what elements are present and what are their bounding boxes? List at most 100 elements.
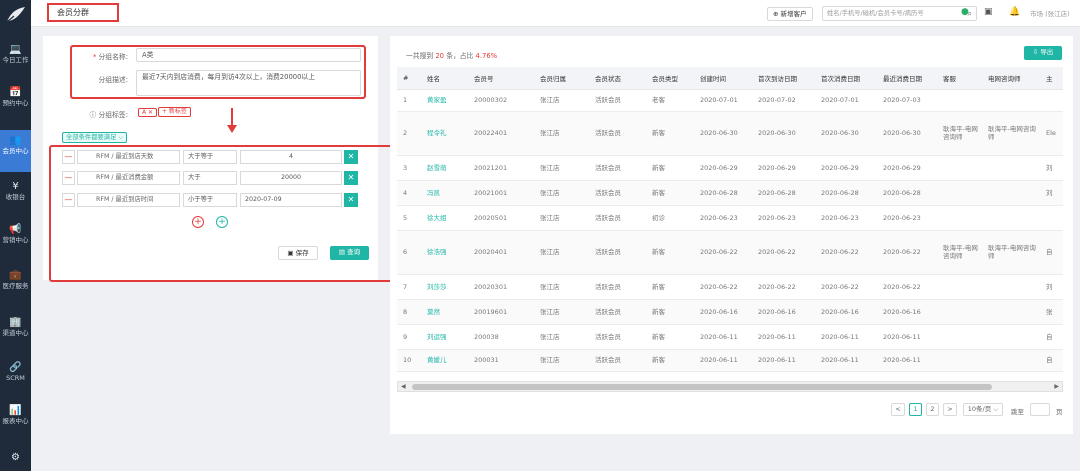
table-cell bbox=[982, 180, 1040, 206]
table-cell: 活跃会员 bbox=[589, 299, 646, 325]
table-cell: 10 bbox=[397, 349, 421, 372]
query-button[interactable]: ▤ 查询 bbox=[330, 246, 369, 260]
remove-condition-icon[interactable]: — bbox=[62, 193, 75, 207]
condition-field-select[interactable]: RFM / 最近到店时间 bbox=[77, 193, 180, 207]
next-page-button[interactable]: > bbox=[943, 403, 957, 416]
search-icon: ▤ bbox=[338, 248, 348, 256]
search-input[interactable]: 姓名/手机号/磁机/会员卡号/病历号 ⌕ bbox=[822, 6, 977, 21]
bell-icon[interactable]: 🔔 bbox=[1009, 7, 1020, 17]
table-row[interactable]: 10 黄媛儿 200031 张江店 活跃会员 新客 2020-06-11 2020-06-11… bbox=[397, 349, 1063, 372]
add-group-icon[interactable]: + bbox=[216, 216, 228, 228]
table-row[interactable]: 9 刘运强 200038 张江店 活跃会员 新客 2020-06-11 2020-06-11 2… bbox=[397, 324, 1063, 350]
page-size-select[interactable]: 10条/页 ⌵ bbox=[963, 403, 1003, 416]
sidebar-item-today[interactable]: 💻 今日工作 bbox=[0, 44, 31, 64]
new-customer-button[interactable]: ⊕ 新增客户 bbox=[767, 7, 813, 21]
member-name-link[interactable]: 程令礼 bbox=[421, 111, 468, 156]
member-name-link[interactable]: 赵雪萌 bbox=[421, 155, 468, 181]
user-menu[interactable]: 市场 (张江店) bbox=[1030, 8, 1070, 18]
table-cell bbox=[937, 274, 982, 300]
sidebar-item-appointment[interactable]: 📅 预约中心 bbox=[0, 87, 31, 107]
table-cell: 耿海平-电网咨询师 bbox=[937, 111, 982, 156]
condition-value-input[interactable]: 20000 bbox=[240, 171, 342, 185]
tab-member-group[interactable]: 会员分群 bbox=[47, 3, 119, 22]
close-icon[interactable]: ✕ bbox=[344, 150, 358, 164]
sidebar-item-marketing[interactable]: 📢 营销中心 bbox=[0, 224, 31, 244]
member-name-link[interactable]: 刘莎莎 bbox=[421, 274, 468, 300]
group-desc-field[interactable]: 最近7天内到店消费，每月到访4次以上，消费20000以上 bbox=[136, 70, 361, 96]
member-name-link[interactable]: 黄媛儿 bbox=[421, 349, 468, 372]
save-button[interactable]: ▣ 保存 bbox=[278, 246, 318, 260]
table-cell: 活跃会员 bbox=[589, 205, 646, 231]
sidebar-item-label: 渠道中心 bbox=[2, 329, 29, 337]
condition-operator-select[interactable]: 大于 bbox=[183, 171, 237, 185]
close-icon[interactable]: ✕ bbox=[344, 193, 358, 207]
table-row[interactable]: 2 程令礼 20022401 张江店 活跃会员 新客 2020-06-30 2020-06-3… bbox=[397, 111, 1063, 156]
page-1-button[interactable]: 1 bbox=[909, 403, 922, 416]
tag-chip[interactable]: A ✕ bbox=[138, 108, 158, 117]
sidebar-item-medical[interactable]: 💼 医疗服务 bbox=[0, 270, 31, 290]
member-name-link[interactable]: 徐浩强 bbox=[421, 230, 468, 275]
table-row[interactable]: 5 徐大姐 20020501 张江店 活跃会员 初诊 2020-06-23 2020-06-2… bbox=[397, 205, 1063, 231]
condition-value-input[interactable]: 4 bbox=[240, 150, 342, 164]
table-row[interactable]: 8 莫然 20019601 张江店 活跃会员 新客 2020-06-16 2020-06-16… bbox=[397, 299, 1063, 325]
megaphone-icon: 📢 bbox=[9, 224, 22, 235]
close-icon[interactable]: ✕ bbox=[344, 171, 358, 185]
export-button[interactable]: ⇩ 导出 bbox=[1024, 46, 1062, 60]
table-cell: 2020-07-01 bbox=[694, 89, 752, 112]
column-header: 电网咨询师 bbox=[982, 67, 1040, 90]
table-cell: 张江店 bbox=[534, 299, 589, 325]
member-name-link[interactable]: 徐大姐 bbox=[421, 205, 468, 231]
member-name-link[interactable]: 黄家盈 bbox=[421, 89, 468, 112]
add-condition-icon[interactable]: + bbox=[192, 216, 204, 228]
member-name-link[interactable]: 莫然 bbox=[421, 299, 468, 325]
table-cell bbox=[1040, 89, 1063, 112]
scroll-right-icon[interactable]: ▶ bbox=[1054, 382, 1059, 391]
table-cell: 7 bbox=[397, 274, 421, 300]
table-header: # 姓名 会员号 会员归属 会员状态 会员类型 创建时间 首次到访日期 首次消费日期 最近消费日期… bbox=[397, 67, 1063, 90]
sidebar-item-cashier[interactable]: ¥ 收银台 bbox=[0, 181, 31, 201]
condition-operator-select[interactable]: 大于等于 bbox=[183, 150, 237, 164]
condition-mode-select[interactable]: 全部条件都要满足 ⌵ bbox=[62, 132, 128, 143]
table-cell: 2020-06-29 bbox=[752, 155, 815, 181]
horizontal-scrollbar[interactable]: ◀ ▶ bbox=[397, 381, 1063, 392]
top-bar: 会员分群 ⊕ 新增客户 姓名/手机号/磁机/会员卡号/病历号 ⌕ ● ▣ 🔔 市场… bbox=[31, 0, 1080, 27]
table-cell: 老客 bbox=[646, 89, 694, 112]
sidebar-item-member[interactable]: 👥 会员中心 bbox=[0, 130, 31, 172]
condition-field-select[interactable]: RFM / 最近到店天数 bbox=[77, 150, 180, 164]
result-stats: 一共搜到 20 条，占比 4.76% bbox=[406, 52, 498, 60]
table-cell: 新客 bbox=[646, 180, 694, 206]
table-row[interactable]: 7 刘莎莎 20020301 张江店 活跃会员 新客 2020-06-22 2020-06-2… bbox=[397, 274, 1063, 300]
member-name-link[interactable]: 冯凯 bbox=[421, 180, 468, 206]
yen-icon: ¥ bbox=[12, 181, 19, 192]
remove-condition-icon[interactable]: — bbox=[62, 150, 75, 164]
table-row[interactable]: 1 黄家盈 20000302 张江店 活跃会员 老客 2020-07-01 2020-07-0… bbox=[397, 89, 1063, 112]
table-cell: 20021201 bbox=[468, 155, 534, 181]
goto-page-input[interactable] bbox=[1030, 403, 1050, 416]
table-cell: 1 bbox=[397, 89, 421, 112]
table-cell: 8 bbox=[397, 299, 421, 325]
scroll-left-icon[interactable]: ◀ bbox=[401, 382, 406, 391]
wechat-icon[interactable]: ● bbox=[961, 7, 969, 17]
group-name-field[interactable]: A类 bbox=[136, 48, 361, 62]
table-cell: 2020-06-28 bbox=[815, 180, 877, 206]
sidebar-item-scrm[interactable]: 🔗 SCRM bbox=[0, 362, 31, 382]
table-row[interactable]: 6 徐浩强 20020401 张江店 活跃会员 新客 2020-06-22 2020-06-2… bbox=[397, 230, 1063, 275]
member-name-link[interactable]: 刘运强 bbox=[421, 324, 468, 350]
new-tag-button[interactable]: + 新标签 bbox=[158, 107, 191, 117]
table-cell: 2020-06-22 bbox=[877, 274, 937, 300]
remove-condition-icon[interactable]: — bbox=[62, 171, 75, 185]
condition-date-input[interactable]: 2020-07-09 bbox=[240, 193, 342, 207]
condition-row: — RFM / 最近消费金额 大于 20000 ✕ bbox=[62, 171, 358, 185]
table-cell: 20022401 bbox=[468, 111, 534, 156]
prev-page-button[interactable]: < bbox=[891, 403, 905, 416]
condition-field-select[interactable]: RFM / 最近消费金额 bbox=[77, 171, 180, 185]
sidebar-item-settings[interactable]: ⚙ bbox=[0, 452, 31, 464]
table-row[interactable]: 4 冯凯 20021001 张江店 活跃会员 新客 2020-06-28 2020-06-28… bbox=[397, 180, 1063, 206]
table-row[interactable]: 3 赵雪萌 20021201 张江店 活跃会员 新客 2020-06-29 2020-06-2… bbox=[397, 155, 1063, 181]
scrollbar-thumb[interactable] bbox=[412, 384, 992, 390]
page-2-button[interactable]: 2 bbox=[926, 403, 939, 416]
sidebar-item-channel[interactable]: 🏢 渠道中心 bbox=[0, 317, 31, 337]
contacts-icon[interactable]: ▣ bbox=[984, 7, 993, 17]
condition-operator-select[interactable]: 小于等于 bbox=[183, 193, 237, 207]
sidebar-item-report[interactable]: 📊 报表中心 bbox=[0, 405, 31, 425]
